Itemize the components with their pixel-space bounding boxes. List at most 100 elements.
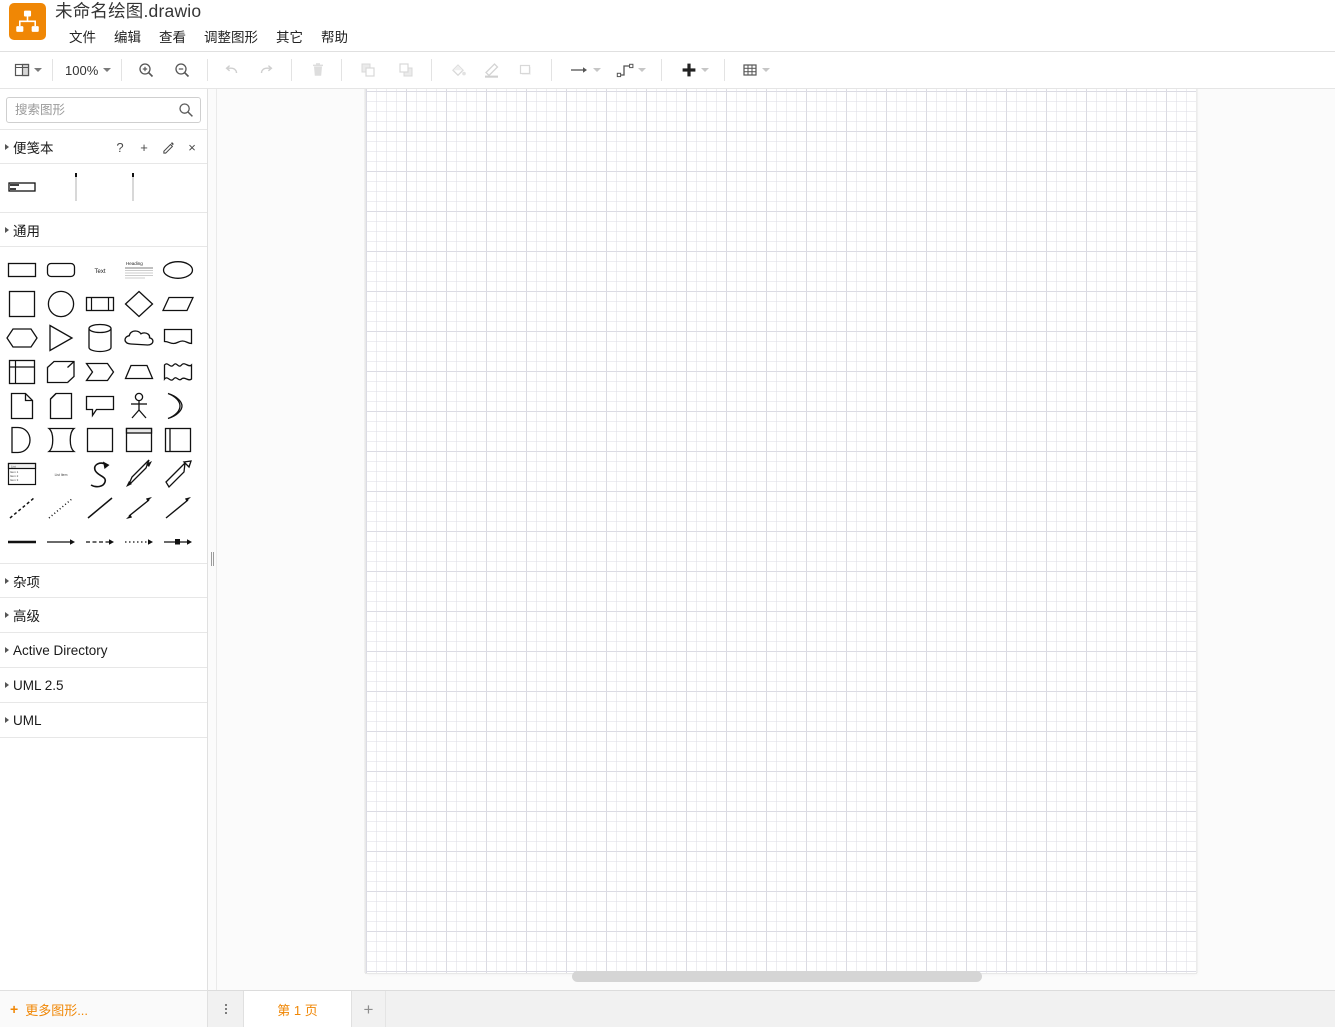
shape-note-rect[interactable]	[5, 170, 39, 204]
shape-container[interactable]	[83, 423, 117, 457]
shape-rectangle[interactable]	[5, 253, 39, 287]
shape-tape[interactable]	[161, 355, 195, 389]
shape-actor[interactable]	[122, 389, 156, 423]
menu-extras[interactable]: 其它	[267, 27, 312, 49]
section-active-directory[interactable]: Active Directory	[0, 633, 207, 668]
section-misc[interactable]: 杂项	[0, 563, 207, 598]
zoom-out-button[interactable]	[169, 55, 195, 85]
shape-ellipse[interactable]	[161, 253, 195, 287]
shape-and[interactable]	[5, 423, 39, 457]
menu-edit[interactable]: 编辑	[105, 27, 150, 49]
fill-color-button[interactable]	[445, 55, 471, 85]
shape-hexagon[interactable]	[5, 321, 39, 355]
shape-vertical-line-1[interactable]	[59, 170, 93, 204]
shape-process[interactable]	[83, 287, 117, 321]
shape-dashed-arrow-connector[interactable]	[83, 525, 117, 559]
to-back-button[interactable]	[393, 55, 419, 85]
shape-link[interactable]	[5, 525, 39, 559]
scratchpad-add-icon[interactable]: +	[137, 140, 151, 155]
shape-callout[interactable]	[83, 389, 117, 423]
shape-vertical-line-2[interactable]	[116, 170, 150, 204]
zoom-menu-button[interactable]: 100%	[60, 55, 114, 85]
arrow-style-button[interactable]	[565, 55, 604, 85]
shape-textbox[interactable]: Heading	[122, 253, 156, 287]
shape-cloud[interactable]	[122, 321, 156, 355]
shape-bidirectional-arrow[interactable]	[122, 457, 156, 491]
shape-arrow[interactable]	[161, 457, 195, 491]
shape-directional-connector[interactable]	[161, 491, 195, 525]
shape-line[interactable]	[83, 491, 117, 525]
shape-data-storage[interactable]	[44, 423, 78, 457]
splitter-grip-icon[interactable]	[210, 552, 215, 566]
drawio-application-window: 未命名绘图.drawio 文件 编辑 查看 调整图形 其它 帮助 100% 搜索…	[0, 0, 1335, 1027]
shape-horizontal-pool[interactable]	[161, 423, 195, 457]
chevron-right-icon	[1, 682, 13, 688]
scratchpad-help-icon[interactable]: ?	[113, 140, 127, 155]
to-front-button[interactable]	[355, 55, 381, 85]
section-uml[interactable]: UML	[0, 703, 207, 738]
shape-list[interactable]: List Item 1 Item 2 Item 3	[5, 457, 39, 491]
zoom-in-button[interactable]	[133, 55, 159, 85]
shape-square[interactable]	[5, 287, 39, 321]
shape-labelled-connector[interactable]	[161, 525, 195, 559]
insert-button[interactable]	[677, 55, 712, 85]
toolbar-divider	[52, 59, 53, 81]
shadow-button[interactable]	[513, 55, 539, 85]
shape-document[interactable]	[161, 321, 195, 355]
shape-or[interactable]	[161, 389, 195, 423]
menu-file[interactable]: 文件	[60, 27, 105, 49]
menu-help[interactable]: 帮助	[312, 27, 357, 49]
search-icon[interactable]	[178, 102, 194, 118]
shape-dotted-line[interactable]	[44, 491, 78, 525]
shape-rounded-rectangle[interactable]	[44, 253, 78, 287]
line-color-button[interactable]	[479, 55, 505, 85]
more-shapes-button[interactable]: + 更多图形...	[0, 990, 208, 1027]
scratchpad-header[interactable]: 便笺本 ? + ×	[0, 129, 207, 164]
shape-list-item[interactable]: List Item	[44, 457, 78, 491]
shape-dotted-arrow-connector[interactable]	[122, 525, 156, 559]
menu-arrange[interactable]: 调整图形	[195, 27, 267, 49]
sidebar-splitter[interactable]	[208, 89, 217, 990]
add-page-button[interactable]: +	[352, 991, 386, 1027]
page-menu-dots-icon[interactable]	[208, 991, 244, 1027]
horizontal-scrollbar-track[interactable]	[217, 971, 1335, 982]
diagram-canvas[interactable]	[217, 89, 1335, 990]
shape-step[interactable]	[83, 355, 117, 389]
shape-bidirectional-connector[interactable]	[122, 491, 156, 525]
page-tab-1[interactable]: 第 1 页	[244, 991, 352, 1027]
scratchpad-edit-icon[interactable]	[161, 141, 175, 155]
shape-vertical-container[interactable]	[122, 423, 156, 457]
view-layout-button[interactable]	[10, 55, 45, 85]
shape-curve-arrow[interactable]	[83, 457, 117, 491]
section-advanced[interactable]: 高级	[0, 598, 207, 633]
general-palette-header[interactable]: 通用	[0, 212, 207, 247]
table-button[interactable]	[738, 55, 773, 85]
horizontal-scrollbar-thumb[interactable]	[572, 971, 982, 982]
scratchpad-close-icon[interactable]: ×	[185, 140, 199, 155]
shape-parallelogram[interactable]	[161, 287, 195, 321]
shape-triangle[interactable]	[44, 321, 78, 355]
chevron-down-icon	[638, 68, 647, 72]
shape-cylinder[interactable]	[83, 321, 117, 355]
delete-button[interactable]	[305, 55, 331, 85]
shape-arrow-connector[interactable]	[44, 525, 78, 559]
shape-dashed-line[interactable]	[5, 491, 39, 525]
edge-style-button[interactable]	[612, 55, 649, 85]
menu-view[interactable]: 查看	[150, 27, 195, 49]
search-input[interactable]	[7, 98, 200, 122]
shape-text[interactable]: Text	[83, 253, 117, 287]
search-box[interactable]	[6, 97, 201, 123]
undo-button[interactable]	[219, 55, 245, 85]
shape-note[interactable]	[5, 389, 39, 423]
shape-trapezoid[interactable]	[122, 355, 156, 389]
page-sheet[interactable]	[366, 89, 1196, 973]
redo-button[interactable]	[253, 55, 279, 85]
shape-circle[interactable]	[44, 287, 78, 321]
chevron-down-icon	[701, 68, 710, 72]
shape-cube[interactable]	[44, 355, 78, 389]
shape-rhombus[interactable]	[122, 287, 156, 321]
section-uml-25[interactable]: UML 2.5	[0, 668, 207, 703]
shape-note2[interactable]	[44, 389, 78, 423]
menubar: 文件 编辑 查看 调整图形 其它 帮助	[60, 27, 357, 49]
shape-internal-storage[interactable]	[5, 355, 39, 389]
